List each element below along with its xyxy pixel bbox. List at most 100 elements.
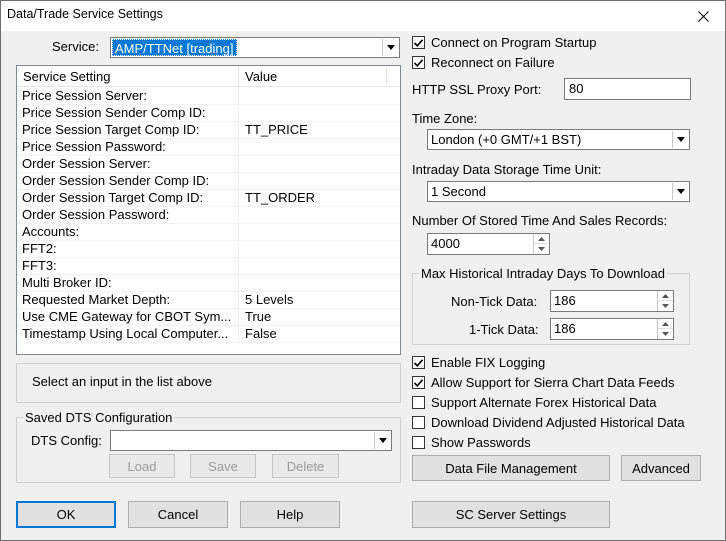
service-label: Service: (52, 39, 99, 54)
title-bar: Data/Trade Service Settings (1, 1, 725, 31)
setting-name-cell: Price Session Sender Comp ID: (17, 105, 239, 122)
connect-startup-checkbox[interactable]: Connect on Program Startup (412, 35, 596, 50)
option-checkbox[interactable]: Download Dividend Adjusted Historical Da… (412, 415, 685, 430)
chevron-down-icon[interactable] (374, 432, 390, 449)
setting-name-cell: Accounts: (17, 224, 239, 241)
spin-up-icon[interactable] (534, 234, 549, 244)
delete-button[interactable]: Delete (272, 454, 339, 478)
time-zone-select[interactable]: London (+0 GMT/+1 BST) (427, 129, 690, 150)
sc-server-settings-button[interactable]: SC Server Settings (412, 501, 610, 528)
table-row[interactable]: Order Session Server: (17, 156, 400, 173)
close-icon (697, 10, 709, 22)
help-button[interactable]: Help (240, 501, 340, 528)
table-row[interactable]: Price Session Sender Comp ID: (17, 105, 400, 122)
option-checkbox-label: Enable FIX Logging (431, 355, 546, 370)
info-box: Select an input in the list above (16, 363, 401, 403)
chevron-down-icon[interactable] (382, 39, 398, 56)
option-checkbox[interactable]: Allow Support for Sierra Chart Data Feed… (412, 375, 675, 390)
cancel-button[interactable]: Cancel (128, 501, 228, 528)
non-tick-spinner[interactable]: 186 (550, 290, 674, 312)
setting-value-cell[interactable] (239, 224, 400, 241)
setting-value-cell[interactable] (239, 88, 400, 105)
setting-value-cell[interactable] (239, 156, 400, 173)
table-row[interactable]: Price Session Password: (17, 139, 400, 156)
table-row[interactable]: FFT2: (17, 241, 400, 258)
check-icon (414, 58, 423, 67)
option-checkbox[interactable]: Support Alternate Forex Historical Data (412, 395, 656, 410)
column-header-setting[interactable]: Service Setting (17, 66, 239, 87)
table-row[interactable]: FFT3: (17, 258, 400, 275)
checkbox-box[interactable] (412, 416, 425, 429)
service-settings-list[interactable]: Service Setting Value Price Session Serv… (16, 65, 401, 355)
check-icon (414, 38, 423, 47)
check-icon (414, 358, 423, 367)
checkbox-box[interactable] (412, 56, 425, 69)
setting-name-cell: Order Session Sender Comp ID: (17, 173, 239, 190)
table-row[interactable]: Order Session Target Comp ID: TT_ORDER (17, 190, 400, 207)
proxy-port-input[interactable]: 80 (564, 78, 691, 100)
spin-down-icon[interactable] (658, 329, 673, 339)
stored-records-spinner[interactable]: 4000 (427, 233, 550, 255)
save-button[interactable]: Save (190, 454, 256, 478)
table-row[interactable]: Timestamp Using Local Computer... False (17, 326, 400, 343)
setting-value-cell[interactable] (239, 173, 400, 190)
dts-config-label: DTS Config: (31, 433, 102, 448)
checkbox-box[interactable] (412, 36, 425, 49)
dts-config-select[interactable] (110, 430, 392, 451)
table-row[interactable]: Order Session Sender Comp ID: (17, 173, 400, 190)
setting-value-cell[interactable] (239, 207, 400, 224)
data-file-management-button[interactable]: Data File Management (412, 455, 610, 481)
check-icon (414, 378, 423, 387)
setting-name-cell: Timestamp Using Local Computer... (17, 326, 239, 343)
list-rows: Price Session Server: Price Session Sende… (17, 88, 400, 343)
spin-down-icon[interactable] (534, 244, 549, 254)
load-button[interactable]: Load (109, 454, 175, 478)
setting-value-cell[interactable] (239, 105, 400, 122)
spin-down-icon[interactable] (658, 301, 673, 311)
table-row[interactable]: Accounts: (17, 224, 400, 241)
chevron-down-icon[interactable] (672, 183, 688, 200)
setting-value-cell[interactable] (239, 139, 400, 156)
reconnect-failure-label: Reconnect on Failure (431, 55, 555, 70)
option-checkbox[interactable]: Enable FIX Logging (412, 355, 545, 370)
table-row[interactable]: Price Session Server: (17, 88, 400, 105)
checkbox-box[interactable] (412, 396, 425, 409)
table-row[interactable]: Order Session Password: (17, 207, 400, 224)
chevron-down-icon[interactable] (672, 131, 688, 148)
setting-value-cell[interactable]: True (239, 309, 400, 326)
table-row[interactable]: Use CME Gateway for CBOT Sym... True (17, 309, 400, 326)
setting-name-cell: Price Session Password: (17, 139, 239, 156)
setting-name-cell: Use CME Gateway for CBOT Sym... (17, 309, 239, 326)
spin-up-icon[interactable] (658, 291, 673, 301)
setting-name-cell: Requested Market Depth: (17, 292, 239, 309)
stored-records-label: Number Of Stored Time And Sales Records: (412, 213, 668, 228)
setting-value-cell[interactable]: 5 Levels (239, 292, 400, 309)
service-value: AMP/TTNet [trading] (112, 39, 238, 56)
setting-value-cell[interactable]: TT_PRICE (239, 122, 400, 139)
setting-value-cell[interactable]: False (239, 326, 400, 343)
setting-value-cell[interactable] (239, 258, 400, 275)
setting-value-cell[interactable] (239, 241, 400, 258)
one-tick-spinner[interactable]: 186 (550, 318, 674, 340)
saved-dts-title: Saved DTS Configuration (23, 410, 175, 425)
setting-value-cell[interactable] (239, 275, 400, 292)
setting-value-cell[interactable]: TT_ORDER (239, 190, 400, 207)
checkbox-box[interactable] (412, 356, 425, 369)
setting-name-cell: Price Session Server: (17, 88, 239, 105)
table-row[interactable]: Requested Market Depth: 5 Levels (17, 292, 400, 309)
storage-unit-select[interactable]: 1 Second (427, 181, 690, 202)
list-header: Service Setting Value (17, 66, 400, 87)
table-row[interactable]: Price Session Target Comp ID: TT_PRICE (17, 122, 400, 139)
ok-button[interactable]: OK (16, 501, 116, 528)
option-checkbox[interactable]: Show Passwords (412, 435, 531, 450)
column-header-value[interactable]: Value (239, 66, 387, 87)
advanced-button[interactable]: Advanced (621, 455, 701, 481)
reconnect-failure-checkbox[interactable]: Reconnect on Failure (412, 55, 555, 70)
checkbox-box[interactable] (412, 436, 425, 449)
close-button[interactable] (681, 1, 725, 31)
setting-name-cell: Price Session Target Comp ID: (17, 122, 239, 139)
service-select[interactable]: AMP/TTNet [trading] (110, 37, 400, 58)
spin-up-icon[interactable] (658, 319, 673, 329)
checkbox-box[interactable] (412, 376, 425, 389)
table-row[interactable]: Multi Broker ID: (17, 275, 400, 292)
